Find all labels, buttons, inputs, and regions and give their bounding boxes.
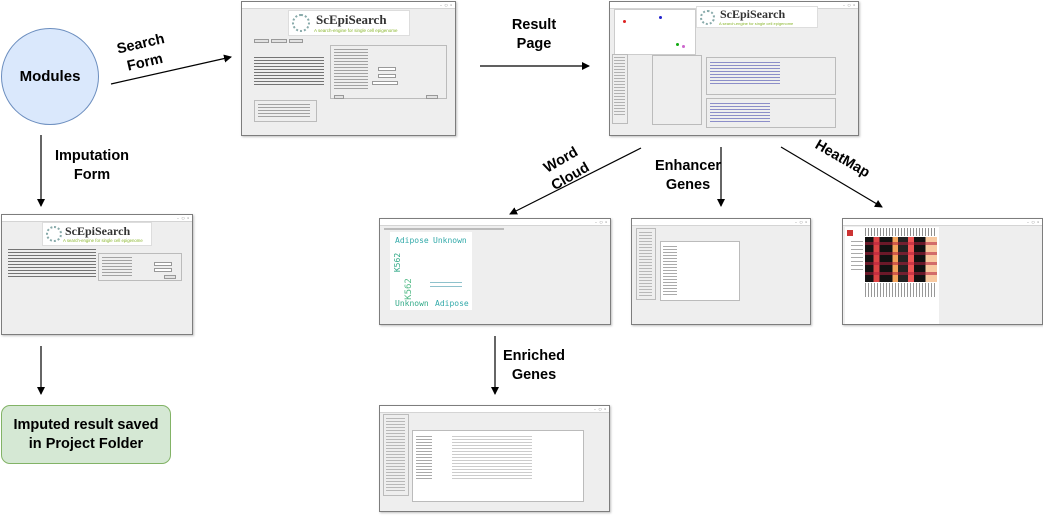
heatmap-screenshot: – ▢ × <box>842 218 1043 325</box>
logo-title: ScEpiSearch <box>720 7 786 21</box>
tab-button <box>289 39 303 43</box>
window-titlebar: – ▢ × <box>380 406 609 413</box>
sidebar-items <box>639 232 652 296</box>
bottom-table-rows <box>710 103 770 123</box>
logo-swirl-icon <box>700 10 715 25</box>
form-labels <box>102 257 132 277</box>
gene-list <box>663 246 677 296</box>
heatmap-row-labels <box>865 283 937 297</box>
sidebar-items <box>614 57 625 117</box>
tab-button <box>271 39 287 43</box>
input-field <box>372 81 398 85</box>
plot-point <box>659 16 662 19</box>
imputed-result-label: Imputed result saved in Project Folder <box>13 416 159 452</box>
word-cloud-header-text <box>384 228 504 230</box>
search-form-screenshot: – ▢ × ScEpiSearch A search-engine for si… <box>241 1 456 136</box>
word-cloud-screenshot: – ▢ × Adipose Unknown K562 K562 Unknown … <box>379 218 611 325</box>
scatter-plot <box>614 9 696 55</box>
top-table-rows <box>710 62 780 86</box>
word-cloud-word: Adipose <box>395 236 429 245</box>
enriched-genes-label: Enriched Genes <box>502 348 566 383</box>
result-page-screenshot: – ▢ × ScEpiSearch A search-engine for si… <box>609 1 859 136</box>
logo-swirl-icon <box>292 14 310 32</box>
input-field <box>154 268 172 272</box>
word-cloud-word: K562 <box>403 278 414 300</box>
enhancer-genes-screenshot: – ▢ × <box>631 218 811 325</box>
window-titlebar: – ▢ × <box>242 2 455 9</box>
enriched-gene-names <box>416 436 432 480</box>
query-panel <box>652 55 702 125</box>
enriched-gene-descriptions <box>452 436 532 480</box>
enriched-genes-screenshot: – ▢ × <box>379 405 610 512</box>
modules-label: Modules <box>19 68 81 85</box>
submit-button <box>426 95 438 99</box>
app-logo: ScEpiSearch A search-engine for single c… <box>42 222 152 246</box>
plot-point <box>676 43 679 46</box>
logo-swirl-icon <box>46 226 62 242</box>
input-field <box>154 262 172 266</box>
heatmap-left-dendrogram <box>851 241 863 271</box>
form-labels <box>334 49 368 91</box>
logo-title: ScEpiSearch <box>65 224 131 238</box>
logo-subtitle: A search-engine for single cell epigenom… <box>63 238 143 243</box>
enhancer-genes-label: Enhancer Genes <box>654 158 722 193</box>
word-cloud-word: Unknown <box>395 299 429 308</box>
plot-point <box>682 45 685 48</box>
result-page-label: Result Page <box>511 17 557 52</box>
app-logo: ScEpiSearch A search-engine for single c… <box>696 6 818 28</box>
word-cloud-word: Adipose <box>435 299 469 308</box>
logo-subtitle: A search-engine for single cell epigenom… <box>719 21 794 26</box>
modules-node: Modules <box>1 28 99 125</box>
sidebar-items <box>386 418 405 492</box>
heatmap-dendrogram <box>865 228 937 236</box>
plot-point <box>623 20 626 23</box>
reset-button <box>334 95 344 99</box>
input-field <box>378 67 396 71</box>
window-titlebar: – ▢ × <box>380 219 610 226</box>
info-text <box>258 104 310 119</box>
window-titlebar: – ▢ × <box>632 219 810 226</box>
imputed-result-node: Imputed result saved in Project Folder <box>1 405 171 464</box>
heatmap-canvas <box>845 227 939 324</box>
word-cloud-canvas: Adipose Unknown K562 K562 Unknown Adipos… <box>390 232 472 310</box>
heatmap-legend <box>847 230 853 236</box>
input-field <box>378 74 396 78</box>
word-cloud-word: K562 <box>393 252 403 273</box>
about-text <box>254 57 324 85</box>
logo-title: ScEpiSearch <box>316 12 387 27</box>
submit-button <box>164 275 176 279</box>
logo-subtitle: A search-engine for single cell epigenom… <box>314 28 398 33</box>
tab-button <box>254 39 269 43</box>
heatmap-grid-rows <box>865 237 937 282</box>
word-cloud-word: Unknown <box>433 236 467 245</box>
imputation-form-label: Imputation Form <box>54 148 130 183</box>
imputation-description-text <box>8 249 96 279</box>
window-titlebar: – ▢ × <box>2 215 192 222</box>
app-logo: ScEpiSearch A search-engine for single c… <box>288 10 410 36</box>
imputation-form-screenshot: – ▢ × ScEpiSearch A search-engine for si… <box>1 214 193 335</box>
word-cloud-small-words <box>430 282 462 290</box>
window-titlebar: – ▢ × <box>843 219 1042 226</box>
